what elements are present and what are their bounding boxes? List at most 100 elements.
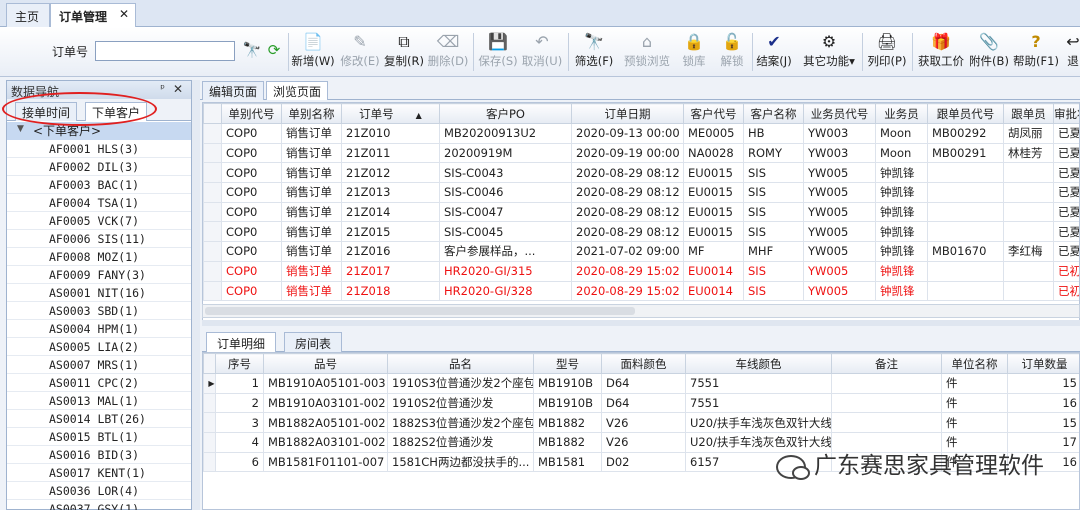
table-row[interactable]: COP0 销售订单 21Z012 SIS-C0043 2020-08-29 08:12 E… bbox=[203, 162, 1079, 184]
table-cell[interactable]: COP0 bbox=[221, 221, 282, 243]
table-cell[interactable] bbox=[831, 373, 942, 394]
table-cell[interactable]: 销售订单 bbox=[281, 162, 342, 184]
table-cell[interactable]: EU0015 bbox=[683, 162, 744, 184]
tree-item[interactable]: AS0037 GSY(1) bbox=[7, 500, 191, 510]
table-cell[interactable]: 2 bbox=[215, 392, 264, 414]
table-cell[interactable]: 21Z017 bbox=[341, 260, 440, 282]
table-cell[interactable]: YW005 bbox=[803, 182, 876, 203]
table-cell[interactable]: MB1910B bbox=[533, 392, 602, 414]
tab-order-customer[interactable]: 下单客户 bbox=[85, 102, 148, 121]
column-header[interactable]: 备注 bbox=[831, 353, 942, 374]
table-cell[interactable]: 已初审 bbox=[1053, 280, 1079, 302]
row-selector[interactable] bbox=[203, 182, 222, 203]
row-selector[interactable] bbox=[203, 162, 222, 184]
table-cell[interactable]: 3 bbox=[215, 412, 264, 434]
table-cell[interactable]: 钟凯锋 bbox=[875, 221, 928, 243]
table-row[interactable]: 3 MB1882A05101-002 1882S3位普通沙发2个座包 MB1882 V2… bbox=[203, 412, 1079, 434]
column-header[interactable]: 型号 bbox=[533, 353, 602, 374]
table-cell[interactable]: YW003 bbox=[803, 123, 876, 144]
table-cell[interactable]: 已夏审 bbox=[1053, 201, 1079, 223]
table-cell[interactable]: U20/扶手车浅灰色双针大线 bbox=[685, 412, 832, 434]
delete-button[interactable]: ⌫ 删除(D) bbox=[426, 31, 470, 75]
row-selector[interactable] bbox=[203, 241, 222, 262]
table-cell[interactable]: EU0014 bbox=[683, 260, 744, 282]
column-header[interactable]: 跟单员代号 bbox=[927, 103, 1004, 124]
table-row[interactable]: COP0 销售订单 21Z018 HR2020-GI/328 2020-08-29 15… bbox=[203, 280, 1079, 302]
table-cell[interactable]: 2020-08-29 08:12 bbox=[571, 201, 684, 223]
table-cell[interactable]: 15 bbox=[1007, 373, 1079, 394]
table-cell[interactable]: SIS bbox=[743, 280, 804, 302]
table-cell[interactable]: HB bbox=[743, 123, 804, 144]
order-number-input[interactable] bbox=[95, 41, 235, 61]
table-cell[interactable]: COP0 bbox=[221, 280, 282, 302]
table-cell[interactable]: 21Z012 bbox=[341, 162, 440, 184]
table-cell[interactable]: 1882S3位普通沙发2个座包 bbox=[387, 412, 534, 434]
table-cell[interactable]: 销售订单 bbox=[281, 241, 342, 262]
column-header[interactable]: 审批状 bbox=[1053, 103, 1079, 124]
row-selector[interactable] bbox=[203, 123, 222, 144]
tab-room-table[interactable]: 房间表 bbox=[284, 332, 343, 352]
table-cell[interactable]: 销售订单 bbox=[281, 201, 342, 223]
column-header[interactable]: 订单号 ▲ bbox=[341, 103, 440, 124]
table-cell[interactable]: YW005 bbox=[803, 201, 876, 223]
table-cell[interactable]: MB1910A05101-003 bbox=[263, 373, 388, 394]
column-header[interactable]: 面料颜色 bbox=[601, 353, 686, 374]
table-row[interactable]: COP0 销售订单 21Z010 MB20200913U2 2020-09-13 00:… bbox=[203, 123, 1079, 144]
table-cell[interactable]: 销售订单 bbox=[281, 123, 342, 144]
column-header[interactable]: 业务员 bbox=[875, 103, 928, 124]
current-row-arrow-icon[interactable]: ▶ bbox=[203, 373, 216, 394]
table-cell[interactable]: MB20200913U2 bbox=[439, 123, 572, 144]
attachment-button[interactable]: 📎 附件(B) bbox=[968, 31, 1010, 75]
table-cell[interactable] bbox=[927, 201, 1004, 223]
table-cell[interactable]: 21Z011 bbox=[341, 142, 440, 164]
table-cell[interactable]: COP0 bbox=[221, 162, 282, 184]
table-row[interactable]: COP0 销售订单 21Z017 HR2020-GI/315 2020-08-29 15… bbox=[203, 260, 1079, 282]
table-cell[interactable]: SIS-C0045 bbox=[439, 221, 572, 243]
tree-item[interactable]: AS0001 NIT(16) bbox=[7, 284, 191, 302]
table-row[interactable]: COP0 销售订单 21Z011 20200919M 2020-09-19 00:00 N… bbox=[203, 142, 1079, 164]
table-cell[interactable] bbox=[1003, 162, 1054, 184]
table-cell[interactable]: YW005 bbox=[803, 280, 876, 302]
table-cell[interactable]: MB1910A03101-002 bbox=[263, 392, 388, 414]
scrollbar-thumb[interactable] bbox=[205, 307, 635, 315]
table-cell[interactable]: COP0 bbox=[221, 260, 282, 282]
table-cell[interactable]: Moon bbox=[875, 123, 928, 144]
tree-item[interactable]: AS0011 CPC(2) bbox=[7, 374, 191, 392]
table-cell[interactable]: 21Z013 bbox=[341, 182, 440, 203]
table-cell[interactable]: 客户参展样品，... bbox=[439, 241, 572, 262]
tree-item[interactable]: AS0017 KENT(1) bbox=[7, 464, 191, 482]
column-header[interactable]: 单位名称 bbox=[941, 353, 1008, 374]
table-cell[interactable] bbox=[1003, 201, 1054, 223]
row-selector[interactable] bbox=[203, 432, 216, 453]
table-cell[interactable] bbox=[927, 260, 1004, 282]
table-cell[interactable]: 钟凯锋 bbox=[875, 201, 928, 223]
table-cell[interactable]: 件 bbox=[941, 412, 1008, 434]
table-cell[interactable]: 已夏审 bbox=[1053, 182, 1079, 203]
tree-item[interactable]: AF0008 MOZ(1) bbox=[7, 248, 191, 266]
table-cell[interactable] bbox=[1003, 260, 1054, 282]
table-cell[interactable]: MB1910B bbox=[533, 373, 602, 394]
table-cell[interactable]: 21Z010 bbox=[341, 123, 440, 144]
table-cell[interactable]: V26 bbox=[601, 412, 686, 434]
tab-order-time[interactable]: 接单时间 bbox=[15, 102, 78, 121]
table-cell[interactable]: D02 bbox=[601, 451, 686, 473]
table-cell[interactable]: SIS-C0043 bbox=[439, 162, 572, 184]
row-selector[interactable] bbox=[203, 142, 222, 164]
close-icon[interactable]: ✕ bbox=[173, 82, 183, 96]
tree-item[interactable]: AS0013 MAL(1) bbox=[7, 392, 191, 410]
table-cell[interactable]: EU0014 bbox=[683, 280, 744, 302]
table-cell[interactable]: MB00292 bbox=[927, 123, 1004, 144]
expand-triangle-icon[interactable]: ▼ bbox=[17, 124, 24, 134]
cancel-button[interactable]: ↶ 取消(U) bbox=[520, 31, 564, 75]
table-row[interactable]: COP0 销售订单 21Z016 客户参展样品，... 2021-07-02 09:00… bbox=[203, 241, 1079, 262]
table-cell[interactable] bbox=[927, 182, 1004, 203]
tree-item[interactable]: AS0015 BTL(1) bbox=[7, 428, 191, 446]
table-cell[interactable]: 李红梅 bbox=[1003, 241, 1054, 262]
column-header[interactable]: 品号 bbox=[263, 353, 388, 374]
table-cell[interactable]: 2020-08-29 15:02 bbox=[571, 280, 684, 302]
row-selector[interactable] bbox=[203, 201, 222, 223]
table-cell[interactable]: SIS bbox=[743, 162, 804, 184]
table-cell[interactable]: MB1882A03101-002 bbox=[263, 432, 388, 453]
table-cell[interactable]: 林桂芳 bbox=[1003, 142, 1054, 164]
table-cell[interactable]: 2020-09-19 00:00 bbox=[571, 142, 684, 164]
